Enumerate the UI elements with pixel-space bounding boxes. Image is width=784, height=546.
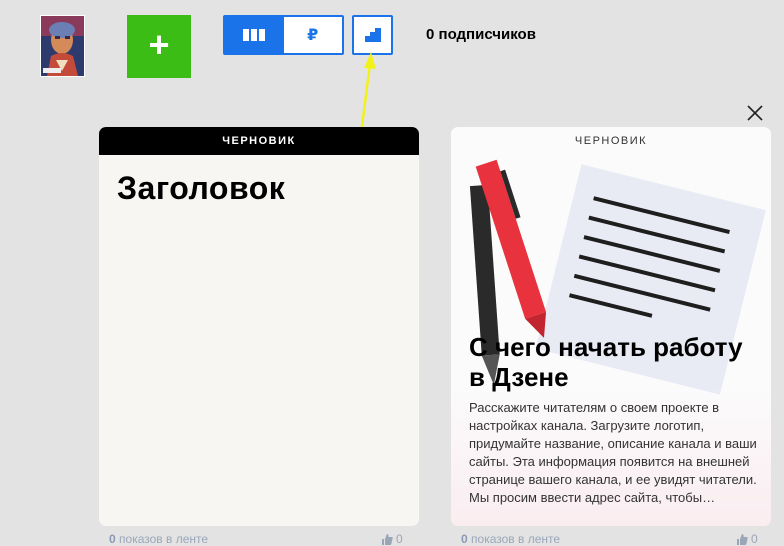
draft-likes[interactable]: 0 <box>382 532 403 546</box>
draft-badge: ЧЕРНОВИК <box>99 127 419 155</box>
guide-description: Расскажите читателям о своем проекте в н… <box>469 400 757 505</box>
draft-card[interactable]: ЧЕРНОВИК Заголовок <box>99 127 419 526</box>
draft-views: 0 показов в ленте <box>109 532 208 546</box>
add-publication-button[interactable]: + <box>127 15 191 78</box>
guide-badge: ЧЕРНОВИК <box>574 135 648 147</box>
draft-title: Заголовок <box>117 170 286 206</box>
draft-likes-count: 0 <box>396 532 403 546</box>
stats-icon <box>364 28 381 42</box>
subscribers-count[interactable]: 0 подписчиков <box>426 26 536 43</box>
guide-views-count: 0 <box>461 532 468 546</box>
feed-view-icon <box>243 29 266 41</box>
thumb-up-icon <box>382 533 393 545</box>
feed-view-tab[interactable] <box>225 17 284 53</box>
close-icon[interactable] <box>745 103 765 123</box>
guide-title: С чего начать работу в Дзене <box>469 332 743 392</box>
ruble-icon: ₽ <box>307 27 319 44</box>
draft-views-count: 0 <box>109 532 116 546</box>
statistics-button[interactable] <box>352 15 393 55</box>
channel-avatar[interactable] <box>40 15 85 77</box>
guide-card[interactable]: ЧЕРНОВИК С чего начать работу в Дзене Ра… <box>451 127 771 526</box>
guide-likes-count: 0 <box>751 532 758 546</box>
monetization-tab[interactable]: ₽ <box>284 17 343 53</box>
plus-icon: + <box>148 24 170 65</box>
view-switch: ₽ <box>223 15 344 55</box>
guide-views: 0 показов в ленте <box>461 532 560 546</box>
guide-views-label: показов в ленте <box>471 532 561 546</box>
guide-likes[interactable]: 0 <box>737 532 758 546</box>
thumb-up-icon <box>737 533 748 545</box>
draft-views-label: показов в ленте <box>119 532 209 546</box>
